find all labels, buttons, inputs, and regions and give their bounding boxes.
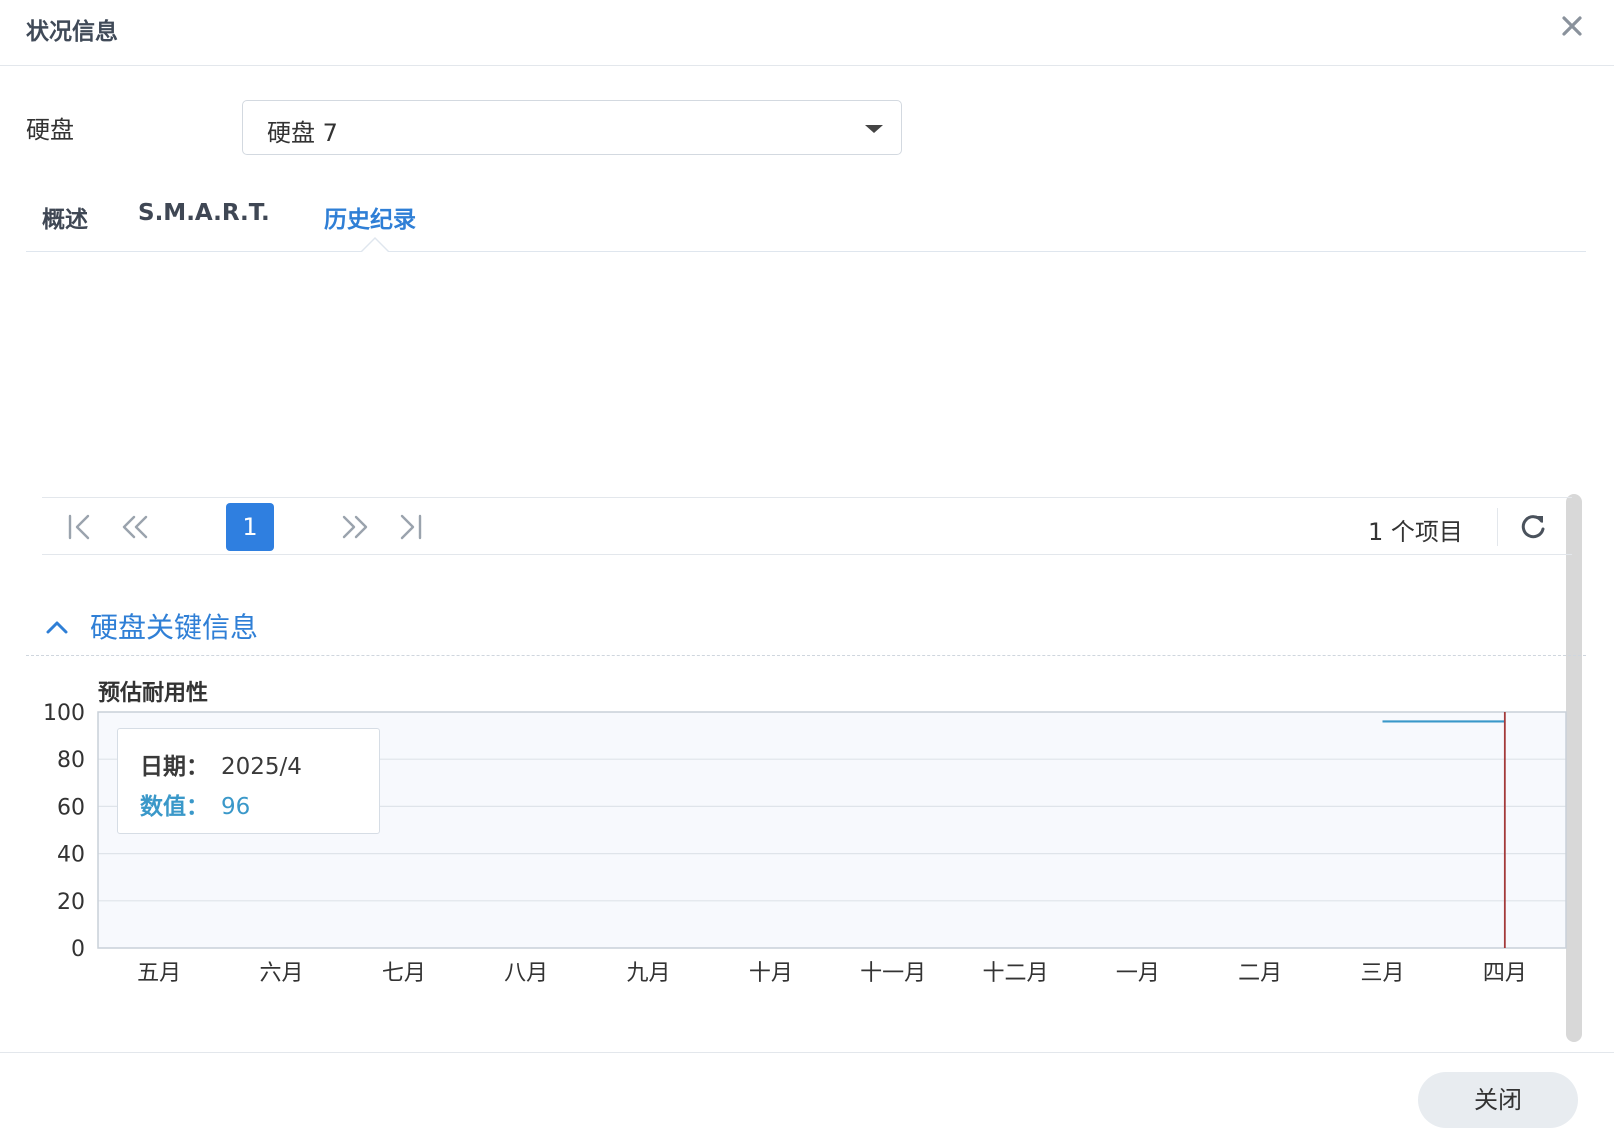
chart-tooltip: 日期： 2025/4 数值： 96	[117, 728, 380, 834]
dialog-title: 状况信息	[26, 19, 118, 45]
disk-select-value: 硬盘 7	[267, 119, 338, 147]
endurance-chart: 预估耐用性 0 20 40 60 80 100 五月 六月 七月 八月 九月 十月 十一月 十二月 一月 二月 三…	[43, 681, 1567, 986]
pagination-bar: 1 1 个项目	[42, 497, 1572, 555]
x-tick-label: 十月	[749, 961, 793, 986]
x-tick-label: 四月	[1483, 961, 1527, 986]
tab-history[interactable]: 历史纪录	[324, 200, 416, 234]
tooltip-date-value: 2025/4	[221, 754, 302, 780]
tab-bar: 概述 S.M.A.R.T. 历史纪录	[26, 194, 1586, 252]
caret-down-icon	[865, 125, 883, 133]
tooltip-date-row: 日期： 2025/4	[140, 747, 302, 781]
section-title: 硬盘关键信息	[90, 611, 259, 644]
x-tick-label: 五月	[137, 961, 181, 986]
next-page-icon[interactable]	[338, 510, 372, 544]
disk-key-info-header[interactable]: 硬盘关键信息	[26, 606, 1586, 656]
y-tick-label: 60	[57, 795, 85, 820]
y-tick-label: 40	[57, 843, 85, 868]
close-button[interactable]: 关闭	[1418, 1072, 1578, 1128]
close-icon[interactable]	[1556, 10, 1588, 42]
tab-overview[interactable]: 概述	[42, 200, 88, 234]
page-number-button[interactable]: 1	[226, 503, 274, 551]
active-tab-indicator	[360, 237, 390, 252]
y-tick-label: 100	[43, 701, 85, 726]
disk-select[interactable]: 硬盘 7	[242, 100, 902, 155]
last-page-icon[interactable]	[392, 510, 426, 544]
tooltip-value-value: 96	[221, 794, 251, 820]
y-tick-label: 80	[57, 748, 85, 773]
x-tick-label: 九月	[626, 961, 670, 986]
item-count: 1 个项目	[1368, 518, 1463, 546]
x-tick-label: 七月	[382, 961, 426, 986]
tooltip-value-row: 数值： 96	[140, 787, 250, 821]
x-tick-label: 二月	[1238, 961, 1282, 986]
tooltip-value-label: 数值：	[140, 794, 209, 820]
chevron-up-icon[interactable]	[44, 614, 70, 640]
x-tick-label: 三月	[1360, 961, 1404, 986]
first-page-icon[interactable]	[64, 510, 98, 544]
y-tick-label: 0	[71, 937, 85, 962]
refresh-icon[interactable]	[1516, 510, 1550, 544]
x-tick-label: 六月	[259, 961, 303, 986]
dialog-titlebar: 状况信息	[0, 0, 1614, 66]
tooltip-date-label: 日期：	[140, 754, 209, 780]
previous-page-icon[interactable]	[118, 510, 152, 544]
tab-smart[interactable]: S.M.A.R.T.	[138, 200, 270, 226]
footer-divider	[0, 1052, 1614, 1053]
y-tick-label: 20	[57, 890, 85, 915]
x-tick-label: 十一月	[860, 961, 926, 986]
x-tick-label: 八月	[504, 961, 548, 986]
x-tick-label: 十二月	[982, 961, 1048, 986]
chart-title: 预估耐用性	[98, 681, 208, 706]
pager-divider	[1497, 508, 1498, 546]
x-tick-label: 一月	[1116, 961, 1160, 986]
disk-field-label: 硬盘	[26, 116, 74, 144]
